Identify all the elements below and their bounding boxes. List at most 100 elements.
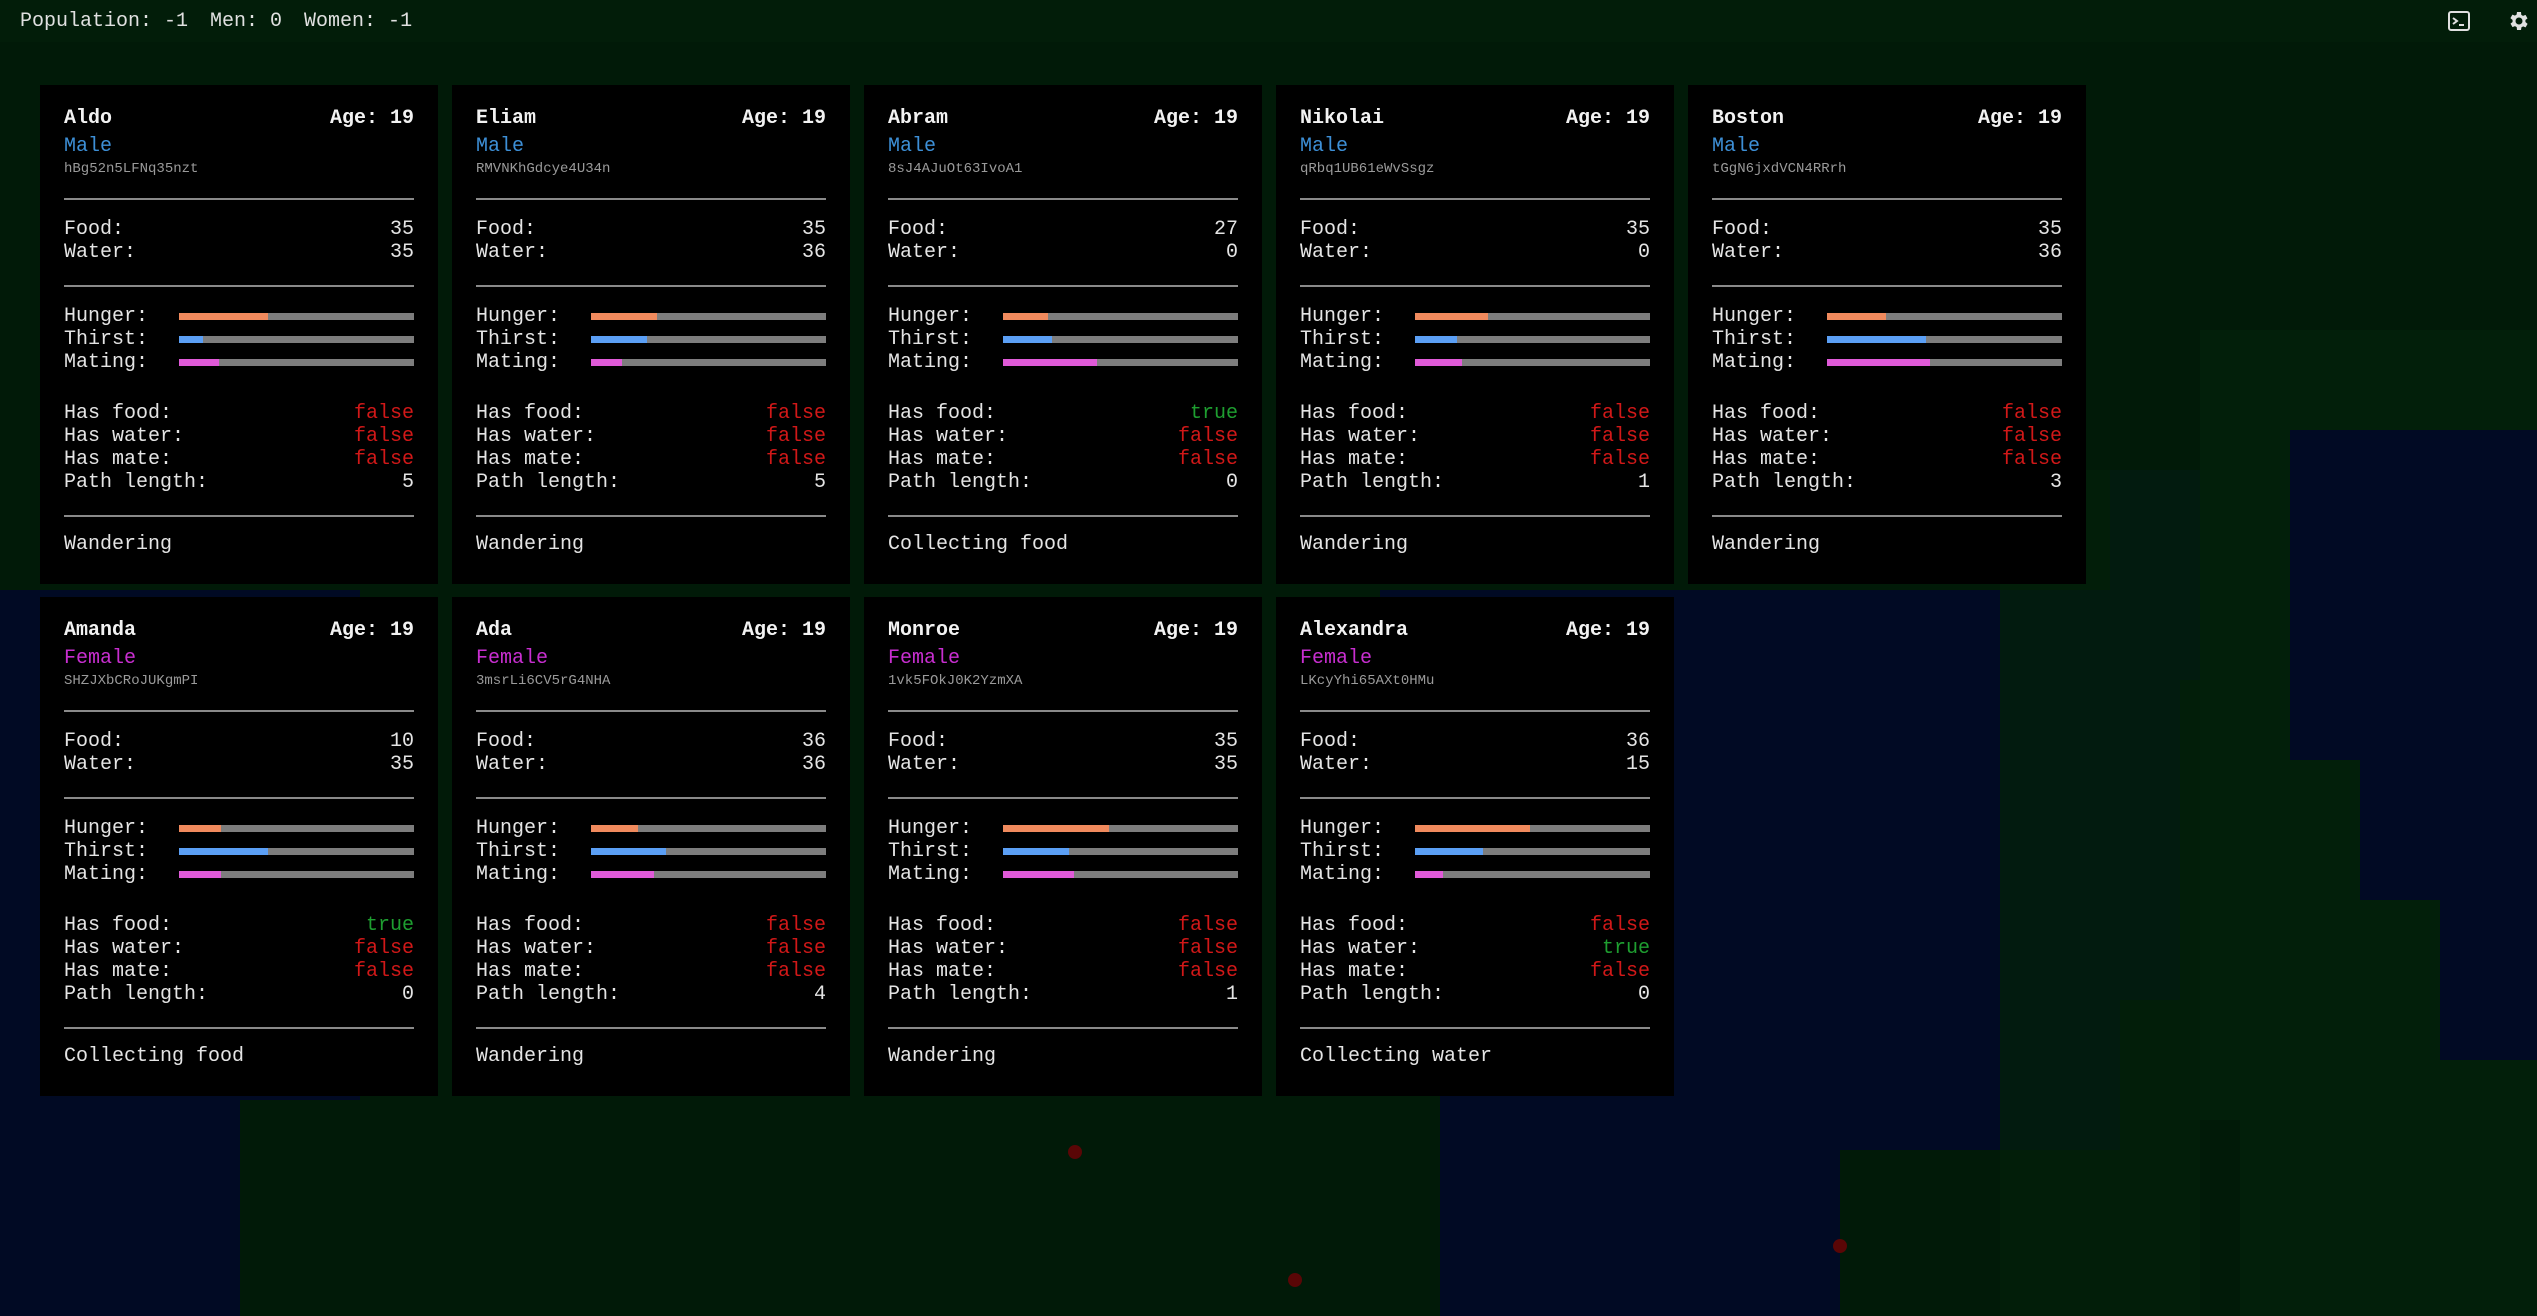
mating-bar [1415, 359, 1650, 366]
path-length-value: 0 [1225, 471, 1238, 494]
divider [1300, 198, 1650, 200]
has-mate-label: Has mate: [888, 448, 997, 471]
divider [476, 710, 826, 712]
terminal-icon[interactable] [2444, 6, 2474, 36]
hunger-bar-fill [1415, 313, 1488, 320]
has-food-label: Has food: [1300, 402, 1409, 425]
agent-id: 1vk5FOkJ0K2YzmXA [888, 673, 1023, 689]
food-value: 36 [801, 730, 826, 753]
hunger-bar-fill [1827, 313, 1886, 320]
thirst-bar-fill [1827, 336, 1926, 343]
agent-card[interactable]: Aldo Age: 19 Male hBg52n5LFNq35nzt Food:… [40, 85, 438, 584]
water-value: 36 [801, 753, 826, 776]
thirst-label: Thirst: [1712, 328, 1797, 351]
agent-age: Age: 19 [1153, 619, 1238, 642]
men-count: Men: 0 [210, 9, 283, 33]
has-food-label: Has food: [888, 914, 997, 937]
has-water-label: Has water: [64, 937, 185, 960]
hunger-bar-fill [179, 313, 269, 320]
food-label: Food: [1712, 218, 1773, 241]
divider [1300, 515, 1650, 517]
thirst-bar-fill [179, 336, 203, 343]
agent-status: Collecting food [888, 533, 1069, 556]
path-length-label: Path length: [64, 471, 209, 494]
mating-label: Mating: [1300, 351, 1385, 374]
divider [64, 515, 414, 517]
path-length-value: 0 [401, 983, 414, 1006]
hunger-label: Hunger: [476, 817, 561, 840]
thirst-bar [179, 336, 414, 343]
agent-status: Wandering [1300, 533, 1409, 556]
water-label: Water: [1300, 241, 1373, 264]
agent-card[interactable]: Eliam Age: 19 Male RMVNKhGdcye4U34n Food… [452, 85, 850, 584]
has-water-label: Has water: [64, 425, 185, 448]
agent-id: SHZJXbCRoJUKgmPI [64, 673, 199, 689]
agent-card[interactable]: Nikolai Age: 19 Male qRbq1UB61eWvSsgz Fo… [1276, 85, 1674, 584]
mating-label: Mating: [476, 351, 561, 374]
water-label: Water: [1712, 241, 1785, 264]
divider [1300, 710, 1650, 712]
divider [888, 285, 1238, 287]
mating-bar [1827, 359, 2062, 366]
agent-age: Age: 19 [1153, 107, 1238, 130]
has-food-label: Has food: [64, 402, 173, 425]
has-water-value: false [1589, 425, 1650, 448]
mating-bar-fill [1003, 359, 1097, 366]
agent-card[interactable]: Ada Age: 19 Female 3msrLi6CV5rG4NHA Food… [452, 597, 850, 1096]
path-length-label: Path length: [1300, 471, 1445, 494]
path-length-value: 5 [813, 471, 826, 494]
thirst-bar-fill [591, 336, 648, 343]
agent-card[interactable]: Boston Age: 19 Male tGgN6jxdVCN4RRrh Foo… [1688, 85, 2086, 584]
agent-name: Eliam [476, 107, 537, 130]
hunger-bar [1415, 313, 1650, 320]
has-water-label: Has water: [1300, 425, 1421, 448]
gear-icon[interactable] [2503, 6, 2533, 36]
food-value: 35 [389, 218, 414, 241]
top-bar: Population: -1 Men: 0 Women: -1 [0, 0, 2537, 42]
has-mate-label: Has mate: [476, 960, 585, 983]
divider [64, 285, 414, 287]
mating-bar-fill [179, 359, 219, 366]
thirst-label: Thirst: [64, 840, 149, 863]
agent-name: Aldo [64, 107, 113, 130]
mating-label: Mating: [64, 351, 149, 374]
has-mate-value: false [1589, 448, 1650, 471]
has-mate-label: Has mate: [64, 448, 173, 471]
has-water-label: Has water: [888, 425, 1009, 448]
water-label: Water: [64, 241, 137, 264]
has-water-value: false [1177, 425, 1238, 448]
agent-card[interactable]: Monroe Age: 19 Female 1vk5FOkJ0K2YzmXA F… [864, 597, 1262, 1096]
mating-bar-fill [591, 359, 622, 366]
food-value: 35 [1213, 730, 1238, 753]
has-food-label: Has food: [1300, 914, 1409, 937]
thirst-bar [1003, 848, 1238, 855]
hunger-label: Hunger: [888, 305, 973, 328]
has-water-value: false [353, 937, 414, 960]
agent-card[interactable]: Abram Age: 19 Male 8sJ4AJuOt63IvoA1 Food… [864, 85, 1262, 584]
agent-card[interactable]: Alexandra Age: 19 Female LKcyYhi65AXt0HM… [1276, 597, 1674, 1096]
agent-name: Boston [1712, 107, 1785, 130]
agent-gender: Male [888, 135, 937, 158]
hunger-bar [1827, 313, 2062, 320]
mating-label: Mating: [1300, 863, 1385, 886]
has-food-value: false [1589, 402, 1650, 425]
thirst-bar [591, 336, 826, 343]
path-length-value: 5 [401, 471, 414, 494]
hunger-bar [179, 313, 414, 320]
hunger-bar [1003, 825, 1238, 832]
agent-name: Abram [888, 107, 949, 130]
path-length-value: 0 [1637, 983, 1650, 1006]
hunger-bar-fill [1003, 825, 1109, 832]
agent-gender: Female [1300, 647, 1373, 670]
water-value: 35 [389, 753, 414, 776]
has-water-value: false [353, 425, 414, 448]
has-mate-value: false [353, 448, 414, 471]
agent-card[interactable]: Amanda Age: 19 Female SHZJXbCRoJUKgmPI F… [40, 597, 438, 1096]
divider [64, 198, 414, 200]
water-label: Water: [888, 753, 961, 776]
food-label: Food: [64, 730, 125, 753]
water-label: Water: [888, 241, 961, 264]
has-mate-label: Has mate: [1300, 960, 1409, 983]
divider [1712, 198, 2062, 200]
mating-bar-fill [1003, 871, 1074, 878]
